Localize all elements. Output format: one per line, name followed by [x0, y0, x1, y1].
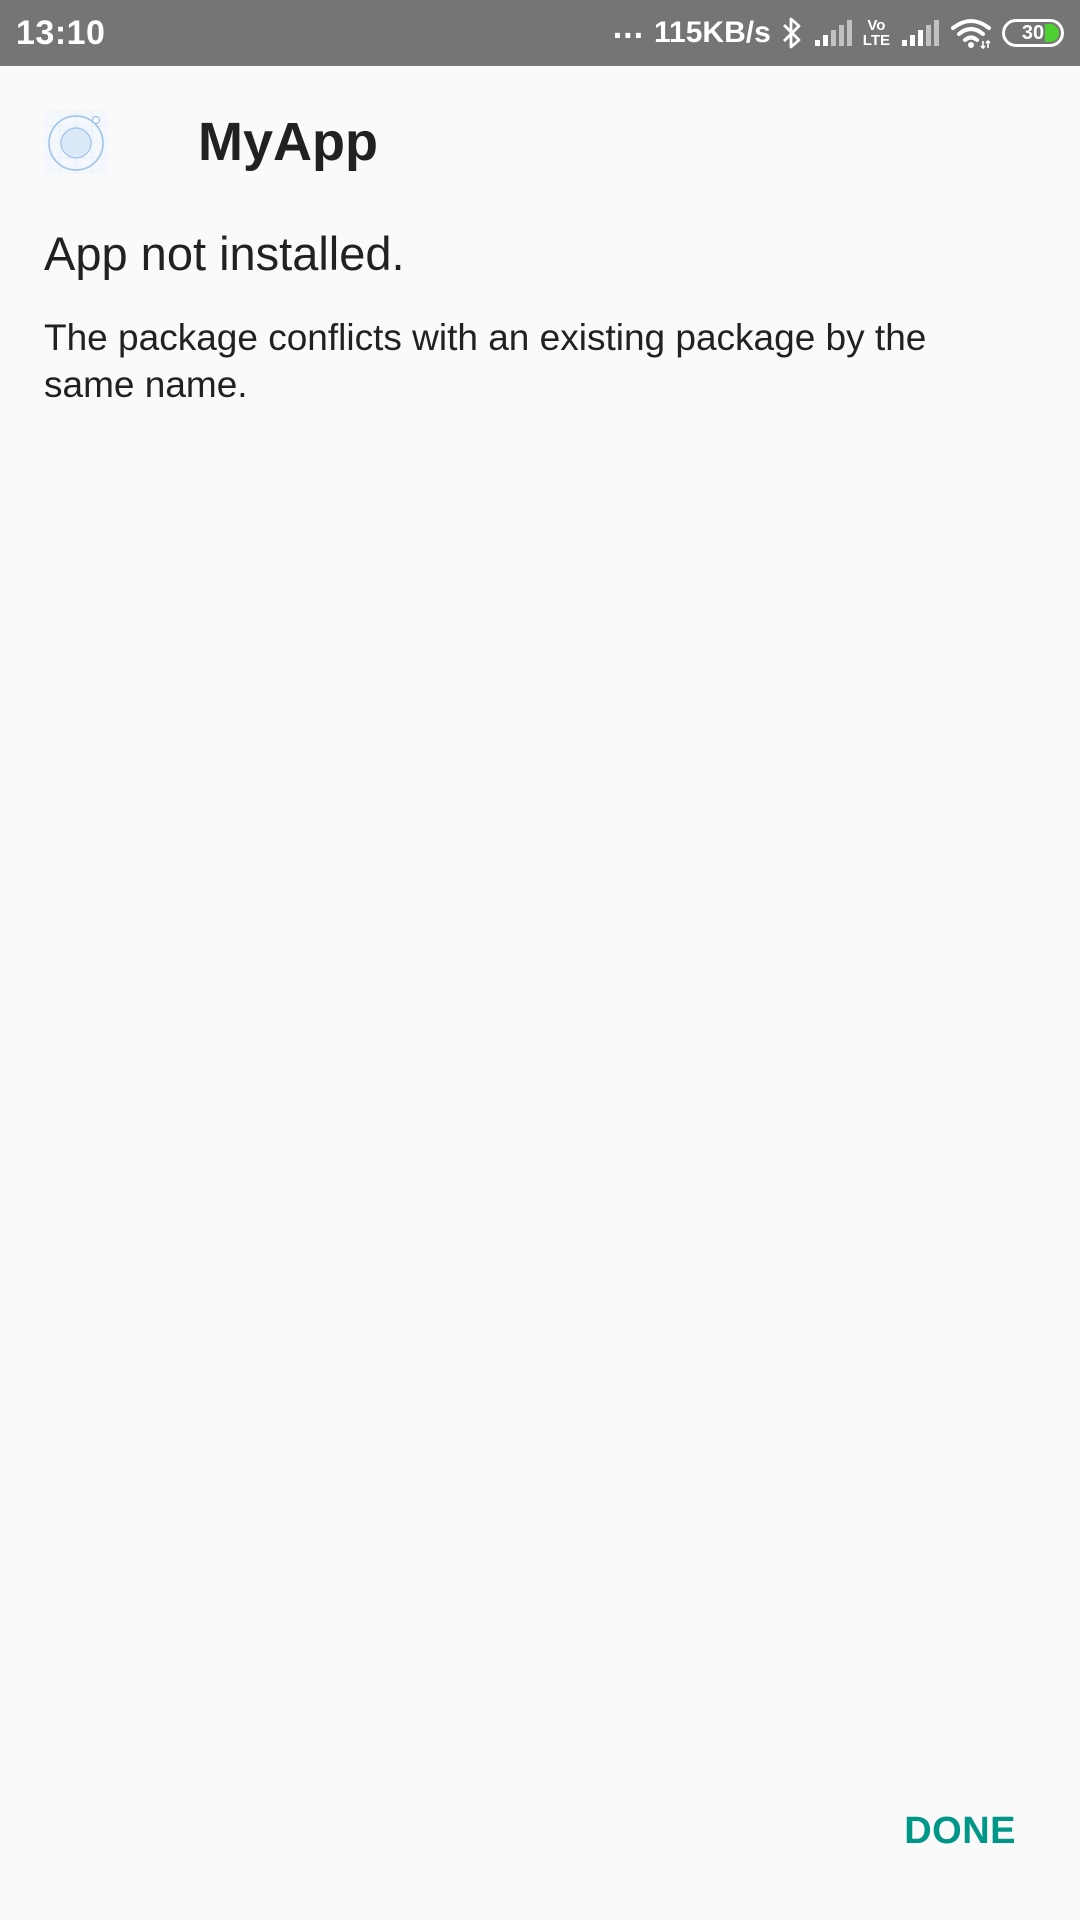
battery-level: 30 [1021, 21, 1045, 44]
status-time: 13:10 [16, 13, 106, 52]
volte-icon: Vo LTE [863, 18, 890, 48]
status-icons: ... 115KB/s Vo LTE 30 [613, 10, 1064, 50]
signal-icon [900, 18, 940, 48]
app-icon [44, 110, 108, 174]
bluetooth-icon [781, 16, 803, 50]
volte-label-bottom: LTE [862, 32, 890, 49]
wifi-icon [950, 17, 992, 49]
more-notifications-icon: ... [612, 8, 645, 46]
app-name: MyApp [198, 112, 378, 172]
installer-screen: 13:10 ... 115KB/s Vo LTE 30 MyApp App no… [0, 0, 1080, 1920]
done-button[interactable]: DONE [898, 1806, 1022, 1857]
network-speed: 115KB/s [654, 16, 771, 49]
status-bar: 13:10 ... 115KB/s Vo LTE 30 [0, 0, 1080, 66]
install-result-message: The package conflicts with an existing p… [44, 317, 927, 405]
battery-fill [1045, 24, 1059, 42]
install-result-title: App not installed. [44, 227, 405, 280]
battery-icon: 30 [1002, 19, 1064, 47]
app-header: MyApp [44, 110, 378, 174]
signal-icon [813, 18, 853, 48]
